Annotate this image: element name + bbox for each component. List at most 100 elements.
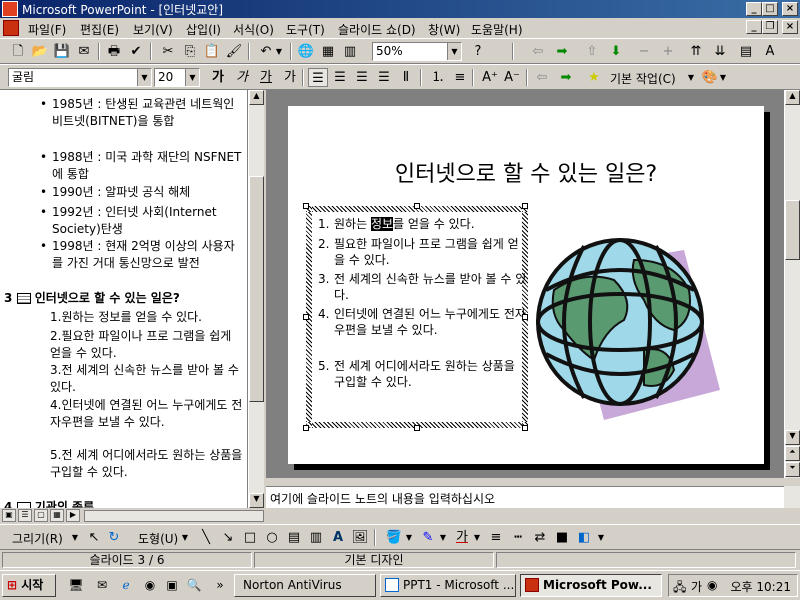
collapse-icon[interactable]: − bbox=[634, 42, 654, 61]
chevron-down-icon[interactable]: ▼ bbox=[447, 43, 461, 60]
format-painter-icon[interactable]: 🖌 bbox=[224, 42, 244, 61]
undo-icon[interactable]: ↶ bbox=[256, 42, 276, 61]
justify-icon[interactable]: ☰ bbox=[374, 68, 394, 87]
copy-icon[interactable]: ⎘ bbox=[180, 42, 200, 61]
outline-item[interactable]: 1.원하는 정보를 얻을 수 있다. bbox=[50, 309, 246, 326]
notes-scrollbar[interactable] bbox=[784, 486, 800, 508]
underline-button[interactable]: 가 bbox=[256, 68, 276, 87]
chevron-down-icon[interactable]: ▼ bbox=[404, 528, 414, 547]
3d-icon[interactable]: ◧ bbox=[574, 528, 594, 547]
outline-view-icon[interactable]: ☰ bbox=[18, 509, 32, 522]
wordart-icon[interactable]: A bbox=[328, 528, 348, 547]
slide-sorter-icon[interactable]: ▦ bbox=[50, 509, 64, 522]
new-icon[interactable]: 🗋 bbox=[8, 42, 28, 61]
ime-indicator[interactable]: 가 bbox=[691, 578, 702, 595]
outline-item[interactable]: 5.전 세계 어디에서라도 원하는 상품을 구입할 수 있다. bbox=[50, 447, 246, 481]
textbox-icon[interactable]: ▤ bbox=[284, 528, 304, 547]
powerpoint-app-icon[interactable] bbox=[2, 1, 18, 17]
menu-format[interactable]: 서식(O) bbox=[233, 21, 274, 38]
selected-text[interactable]: 정보 bbox=[370, 217, 394, 231]
maximize-button[interactable]: □ bbox=[762, 2, 778, 16]
globe-clipart[interactable] bbox=[524, 230, 720, 426]
slide-body-textbox[interactable]: 1. 원하는 정보를 얻을 수 있다. 2. 필요한 파일이나 프로 그램을 쉽… bbox=[306, 206, 528, 428]
animation-effects-icon[interactable]: ★ bbox=[584, 68, 604, 87]
expand-all-icon[interactable]: ⇊ bbox=[710, 42, 730, 61]
align-right-icon[interactable]: ☰ bbox=[352, 68, 372, 87]
font-color-icon[interactable]: 가 bbox=[452, 528, 472, 547]
shadow-icon[interactable]: ■ bbox=[552, 528, 572, 547]
more-quicklaunch-icon[interactable]: » bbox=[212, 577, 228, 593]
notes-pane[interactable]: 여기에 슬라이드 노트의 내용을 입력하십시오 bbox=[266, 486, 784, 508]
align-center-icon[interactable]: ☰ bbox=[330, 68, 350, 87]
outline-scrollbar[interactable]: ▲ ▼ bbox=[248, 90, 264, 508]
rectangle-icon[interactable]: □ bbox=[240, 528, 260, 547]
font-combo[interactable]: 굴림 ▼ bbox=[8, 68, 152, 87]
resize-handle[interactable] bbox=[303, 425, 309, 431]
chevron-down-icon[interactable]: ▼ bbox=[137, 69, 151, 86]
slide-design-icon[interactable]: 🎨 bbox=[700, 68, 720, 87]
email-icon[interactable]: ✉ bbox=[74, 42, 94, 61]
outline-item[interactable]: 2.필요한 파일이나 프로 그램을 쉽게 얻을 수 있다. bbox=[50, 328, 246, 362]
outline-pane[interactable]: 1985년 : 탄생된 교육관련 네트웍인 비트넷(BITNET)을 통합 19… bbox=[0, 90, 248, 508]
clipart-icon[interactable]: 🖼 bbox=[350, 528, 370, 547]
scroll-up-icon[interactable]: ▲ bbox=[785, 90, 800, 105]
outline-hscroll[interactable] bbox=[84, 510, 264, 522]
doc-minimize-button[interactable]: _ bbox=[746, 20, 762, 34]
internet-explorer-icon[interactable]: ℯ bbox=[118, 577, 134, 593]
resize-handle[interactable] bbox=[303, 314, 309, 320]
open-icon[interactable]: 📂 bbox=[30, 42, 50, 61]
italic-button[interactable]: 가 bbox=[232, 68, 252, 87]
print-icon[interactable]: 🖶 bbox=[104, 42, 124, 61]
slide-list-item[interactable]: 4. 인터넷에 연결된 어느 누구에게도 전자우편을 보낼 수 있다. bbox=[318, 306, 528, 338]
task-ppt1[interactable]: PPT1 - Microsoft ... bbox=[380, 574, 516, 597]
menu-insert[interactable]: 삽입(I) bbox=[186, 21, 221, 38]
outline-bullet[interactable]: 1988년 : 미국 과학 재단의 NSFNET에 통합 bbox=[40, 149, 242, 183]
promote-icon[interactable]: ⇦ bbox=[528, 42, 548, 61]
move-down-icon[interactable]: ⬇ bbox=[606, 42, 626, 61]
email-client-icon[interactable]: ✉ bbox=[94, 577, 110, 593]
resize-handle[interactable] bbox=[414, 425, 420, 431]
slide-scrollbar[interactable]: ▲ ▼ ⏶ ⏷ bbox=[784, 90, 800, 478]
numbering-icon[interactable]: ⒈ bbox=[428, 68, 448, 87]
chevron-down-icon[interactable]: ▼ bbox=[180, 528, 190, 547]
cut-icon[interactable]: ✂ bbox=[158, 42, 178, 61]
chart-icon[interactable]: ▥ bbox=[340, 42, 360, 61]
slide-list-item[interactable]: 1. 원하는 정보를 얻을 수 있다. bbox=[318, 216, 528, 232]
scroll-down-icon[interactable]: ▼ bbox=[249, 493, 264, 508]
arrow-style-icon[interactable]: ⇄ bbox=[530, 528, 550, 547]
show-formatting-icon[interactable]: A bbox=[760, 42, 780, 61]
resize-handle[interactable] bbox=[414, 203, 420, 209]
scroll-thumb[interactable] bbox=[785, 200, 800, 260]
decrease-font-icon[interactable]: A⁻ bbox=[502, 68, 522, 87]
desktop-icon[interactable]: 🖥 bbox=[68, 577, 84, 593]
outline-bullet[interactable]: 1990년 : 알파넷 공식 해체 bbox=[40, 184, 242, 201]
resize-handle[interactable] bbox=[303, 203, 309, 209]
dash-style-icon[interactable]: ┅ bbox=[508, 528, 528, 547]
channels-icon[interactable]: ▣ bbox=[164, 577, 180, 593]
next-slide-icon[interactable]: ⏷ bbox=[785, 462, 800, 477]
paste-icon[interactable]: 📋 bbox=[202, 42, 222, 61]
outline-item[interactable]: 4.인터넷에 연결된 어느 누구에게도 전자우편을 보낼 수 있다. bbox=[50, 397, 246, 431]
scroll-down-icon[interactable]: ▼ bbox=[785, 430, 800, 445]
chevron-down-icon[interactable]: ▼ bbox=[472, 528, 482, 547]
distribute-icon[interactable]: Ⅱ bbox=[396, 68, 416, 87]
menu-file[interactable]: 파일(F) bbox=[28, 21, 66, 38]
outline-bullet[interactable]: 1985년 : 탄생된 교육관련 네트웍인 비트넷(BITNET)을 통합 bbox=[40, 96, 242, 130]
slide-list-item[interactable]: 3. 전 세계의 신속한 뉴스를 받아 볼 수 있다. bbox=[318, 271, 528, 303]
tables-icon[interactable]: ▦ bbox=[318, 42, 338, 61]
scroll-up-icon[interactable]: ▲ bbox=[249, 90, 264, 105]
slide-canvas[interactable]: 인터넷으로 할 수 있는 일은? 1. 원하는 정보를 얻을 수 있다. 2. … bbox=[288, 106, 764, 464]
size-combo[interactable]: 20 ▼ bbox=[154, 68, 200, 87]
doc-restore-button[interactable]: ❐ bbox=[762, 20, 778, 34]
minimize-button[interactable]: _ bbox=[746, 2, 762, 16]
bullets-icon[interactable]: ≡ bbox=[450, 68, 470, 87]
common-tasks-button[interactable]: 기본 작업(C) bbox=[610, 70, 676, 87]
expand-icon[interactable]: + bbox=[658, 42, 678, 61]
task-powerpoint[interactable]: Microsoft Pow... bbox=[520, 574, 662, 597]
collapse-all-icon[interactable]: ⇈ bbox=[686, 42, 706, 61]
chevron-down-icon[interactable]: ▼ bbox=[596, 528, 606, 547]
chevron-down-icon[interactable]: ▼ bbox=[185, 69, 199, 86]
hyperlink-icon[interactable]: 🌐 bbox=[296, 42, 316, 61]
save-icon[interactable]: 💾 bbox=[52, 42, 72, 61]
volume-icon[interactable]: ◉ bbox=[707, 578, 717, 592]
